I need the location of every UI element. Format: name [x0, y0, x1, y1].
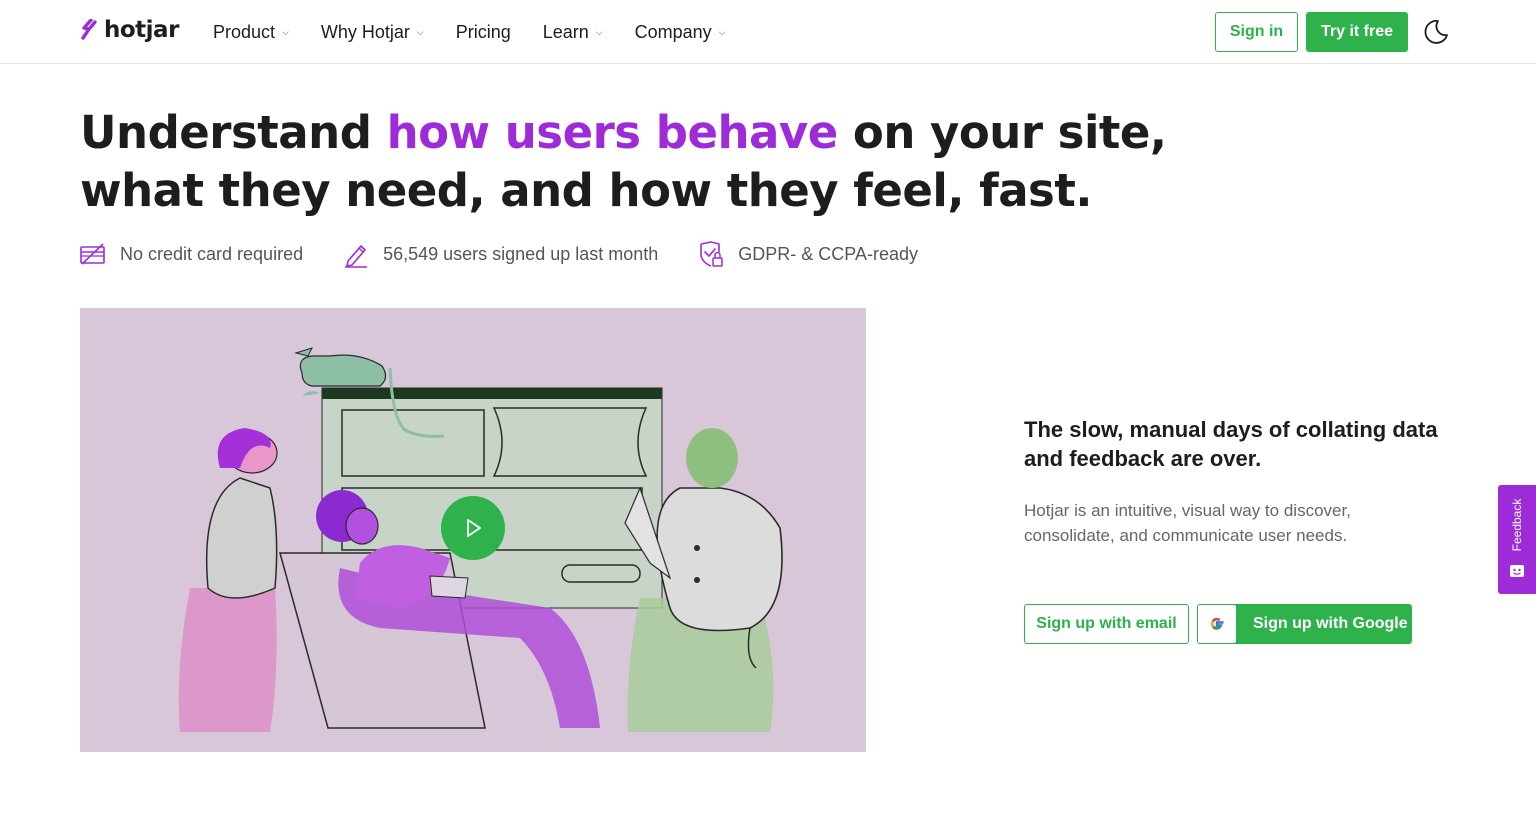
nav-item-product[interactable]: Product ⌵	[213, 20, 289, 44]
shield-lock-icon	[700, 241, 724, 267]
perk-gdpr-ready: GDPR- & CCPA-ready	[698, 240, 918, 268]
perks-row: No credit card required 56,549 users sig…	[80, 240, 958, 268]
logo-wordmark: hotjar	[104, 17, 179, 43]
chevron-down-icon: ⌵	[416, 26, 424, 37]
site-header: hotjar Product ⌵ Why Hotjar ⌵ Pricing Le…	[0, 0, 1536, 64]
feedback-label: Feedback	[1510, 498, 1524, 552]
feedback-chat-icon	[1510, 565, 1524, 577]
sign-in-button[interactable]: Sign in	[1215, 12, 1298, 52]
nav-item-label: Product	[213, 21, 276, 42]
hotjar-logo[interactable]: hotjar	[80, 17, 179, 43]
play-video-button[interactable]	[441, 496, 505, 560]
nav-item-label: Why Hotjar	[320, 21, 410, 42]
product-video[interactable]	[80, 308, 866, 752]
chevron-down-icon: ⌵	[595, 26, 603, 37]
credit-card-crossed-icon	[80, 243, 105, 265]
nav-item-label: Pricing	[455, 21, 511, 42]
google-icon	[1210, 617, 1224, 630]
nav-item-company[interactable]: Company ⌵	[635, 20, 726, 44]
moon-icon[interactable]	[1422, 18, 1450, 46]
main-nav: Product ⌵ Why Hotjar ⌵ Pricing Learn ⌵ C…	[213, 20, 758, 44]
sign-up-google-button[interactable]: Sign up with Google	[1197, 604, 1412, 644]
google-button-label: Sign up with Google	[1253, 615, 1408, 632]
headline-start: Understand	[80, 106, 387, 159]
chevron-down-icon: ⌵	[718, 26, 726, 37]
feedback-tab[interactable]: Feedback	[1498, 485, 1536, 594]
perk-no-credit-card: No credit card required	[80, 240, 303, 268]
nav-item-label: Company	[634, 21, 712, 42]
perk-users-signed-up: 56,549 users signed up last month	[343, 240, 658, 268]
perk-text: GDPR- & CCPA-ready	[738, 243, 918, 264]
nav-item-pricing[interactable]: Pricing	[456, 20, 511, 44]
pitch-subhead: The slow, manual days of collating data …	[1024, 417, 1438, 471]
perk-text: No credit card required	[120, 243, 304, 264]
chevron-down-icon: ⌵	[282, 26, 289, 37]
perk-text: 56,549 users signed up last month	[383, 243, 659, 264]
sign-up-email-button[interactable]: Sign up with email	[1024, 604, 1189, 644]
google-logo-box	[1198, 605, 1236, 643]
hero-headline: Understand how users behave on your site…	[80, 104, 1200, 220]
nav-item-label: Learn	[542, 21, 589, 42]
nav-item-why-hotjar[interactable]: Why Hotjar ⌵	[321, 20, 424, 44]
headline-accent: how users behave	[386, 106, 839, 159]
try-it-free-button[interactable]: Try it free	[1306, 12, 1408, 52]
play-icon	[467, 519, 481, 537]
nav-item-learn[interactable]: Learn ⌵	[543, 20, 603, 44]
pencil-icon	[345, 245, 368, 268]
pitch-description: Hotjar is an intuitive, visual way to di…	[1024, 501, 1351, 545]
hotjar-logo-mark-icon	[81, 19, 97, 40]
